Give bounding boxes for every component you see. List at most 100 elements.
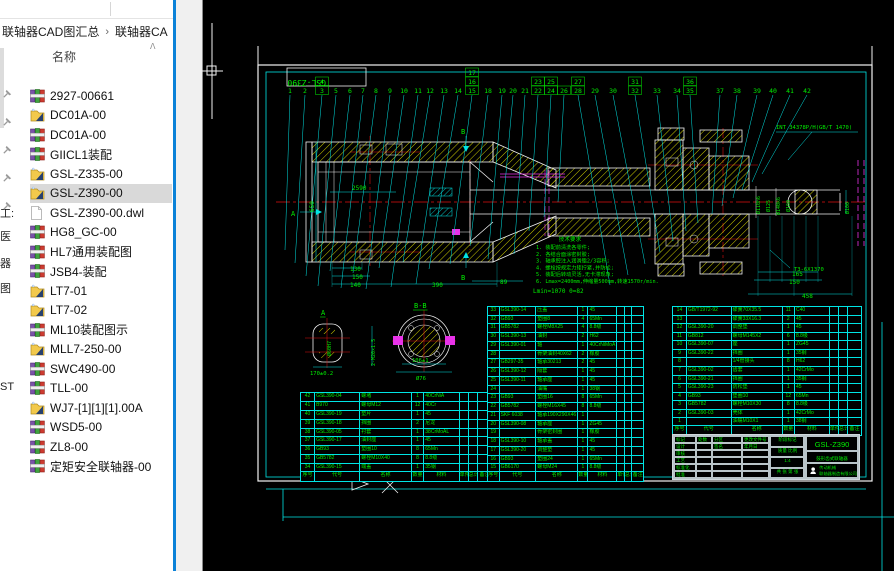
bom-cell: 6: [783, 333, 794, 341]
bom-cell: 防松垫: [732, 384, 782, 392]
file-row[interactable]: HL7通用装配图: [30, 242, 172, 261]
file-name: 定矩安全联轴器-00: [50, 458, 151, 475]
file-row[interactable]: TLL-00: [30, 379, 172, 398]
bom-cell: [469, 455, 477, 463]
bom-cell: 40: [301, 411, 314, 419]
file-row[interactable]: LT7-02: [30, 301, 172, 320]
bom-cell: GSL390-23: [687, 384, 731, 392]
explorer-command-bar: [0, 0, 173, 19]
bom-header-left: 序号代号名称数量材料单件总计备注: [300, 471, 492, 482]
bom-cell: [469, 402, 477, 410]
title-block-stage-marks: 阶段标记质量 比例1:4共 张 第 张: [769, 435, 805, 479]
bom-cell: [848, 376, 861, 384]
bom-cell: [632, 394, 643, 402]
cad-canvas[interactable]: [203, 0, 894, 571]
bom-cell: 26: [488, 368, 499, 376]
column-header-name[interactable]: 名称: [52, 48, 76, 65]
file-row[interactable]: HG8_GC-00: [30, 223, 172, 242]
bom-cell: GSL390-05: [315, 429, 359, 437]
file-row[interactable]: DC01A-00: [30, 125, 172, 144]
tree-item-fragment[interactable]: 医: [0, 228, 14, 244]
bom-cell: 24: [488, 386, 499, 394]
bom-cell: [632, 351, 643, 359]
bom-cell: 11: [783, 307, 794, 315]
sort-chevron-icon[interactable]: ᐱ: [150, 42, 155, 51]
bom-cell: [617, 377, 624, 385]
file-name: TLL-00: [50, 381, 88, 395]
file-row[interactable]: SWC490-00: [30, 359, 172, 378]
tree-item-fragment[interactable]: ST: [0, 381, 14, 393]
bom-cell: 1: [578, 368, 587, 376]
bom-cell: 螺栓M10X40: [360, 455, 411, 463]
file-row[interactable]: GSL-Z390-00: [30, 184, 172, 203]
file-row[interactable]: ML10装配图示: [30, 320, 172, 339]
bom-cell: 调整垫: [732, 324, 782, 332]
bom-cell: 11: [673, 333, 686, 341]
bom-cell: [460, 411, 468, 419]
bom-cell: 2: [673, 410, 686, 418]
bom-cell: [617, 316, 624, 324]
bom-cell: 65Mn: [588, 394, 616, 402]
file-row[interactable]: GIICL1装配: [30, 145, 172, 164]
file-row[interactable]: WJ7-[1][1][1].00A: [30, 398, 172, 417]
bom-cell: 1: [578, 447, 587, 455]
bom-cell: 1: [412, 437, 423, 445]
file-row[interactable]: DC01A-00: [30, 106, 172, 125]
file-row[interactable]: GSL-Z390-00.dwl: [30, 203, 172, 222]
bom-cell: [839, 393, 847, 401]
bom-cell: 6: [673, 376, 686, 384]
title-block-sign-cell: 签名: [712, 443, 742, 450]
bom-cell: 36: [301, 446, 314, 454]
bom-cell: [839, 307, 847, 315]
bom-cell: [848, 324, 861, 332]
bom-cell: 45: [588, 307, 616, 315]
file-row[interactable]: JSB4-装配: [30, 262, 172, 281]
bom-cell: 19: [488, 429, 499, 437]
bom-cell: [839, 341, 847, 349]
file-name: ML10装配图示: [50, 321, 128, 338]
bom-header-cell: 总计: [469, 472, 477, 481]
file-name: WJ7-[1][1][1].00A: [50, 401, 143, 415]
tree-item-fragment[interactable]: 图: [0, 280, 14, 296]
bom-cell: [617, 412, 624, 420]
bom-header-middle: 序号代号名称数量材料单件总计备注: [487, 471, 644, 482]
bom-cell: 21: [488, 412, 499, 420]
bom-cell: 轴承30213: [536, 359, 577, 367]
breadcrumb-item[interactable]: 联轴器CAD图汇总: [0, 23, 101, 40]
file-row[interactable]: WSD5-00: [30, 418, 172, 437]
title-block-sign-cell: 年月日: [742, 443, 769, 450]
bom-cell: 28: [488, 351, 499, 359]
bom-cell: 45: [588, 438, 616, 446]
bom-cell: 壳体: [732, 410, 782, 418]
rar-file-icon: [30, 420, 45, 434]
file-row[interactable]: GSL-Z335-00: [30, 164, 172, 183]
company-logo-icon: [809, 465, 817, 476]
bom-cell: 4: [673, 393, 686, 401]
file-row[interactable]: 2927-00661: [30, 86, 172, 105]
title-block-sign-cell: 工艺: [674, 457, 696, 464]
bom-cell: [617, 438, 624, 446]
bom-cell: 33: [488, 307, 499, 315]
title-block-sign-cell: [712, 457, 742, 464]
tree-item-fragment[interactable]: 器: [0, 255, 14, 271]
bom-cell: [632, 368, 643, 376]
bom-cell: 25: [488, 377, 499, 385]
bom-cell: 压盖: [536, 307, 577, 315]
bom-cell: [500, 351, 536, 359]
breadcrumb-item[interactable]: 联轴器CA: [113, 23, 170, 40]
title-block-sign-cell: 标准化: [674, 464, 696, 471]
file-row[interactable]: 定矩安全联轴器-00: [30, 457, 172, 476]
bom-cell: [500, 429, 536, 437]
bom-cell: [617, 324, 624, 332]
bom-cell: B970: [315, 402, 359, 410]
bom-cell: 42CrMo: [795, 367, 829, 375]
bom-cell: [625, 351, 632, 359]
file-row[interactable]: LT7-01: [30, 281, 172, 300]
file-row[interactable]: MLL7-250-00: [30, 340, 172, 359]
bom-cell: 齿套: [732, 367, 782, 375]
bom-cell: 8: [673, 358, 686, 366]
bom-cell: 1: [783, 410, 794, 418]
bom-cell: [617, 403, 624, 411]
bom-cell: [632, 377, 643, 385]
file-row[interactable]: ZL8-00: [30, 437, 172, 456]
